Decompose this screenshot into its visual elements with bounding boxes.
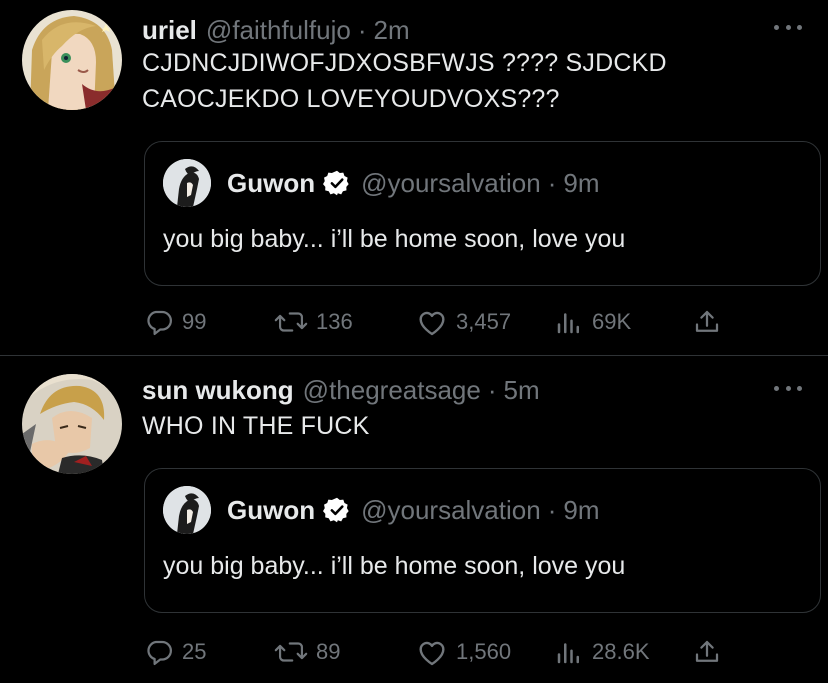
like-count: 3,457 [456, 309, 512, 334]
tweet-header: uriel @faithfulfujo · 2m [142, 13, 410, 47]
retweet-button[interactable]: 89 [274, 632, 340, 672]
tweet-text: WHO IN THE FUCK [142, 408, 782, 444]
quote-text: you big baby... i’ll be home soon, love … [163, 225, 626, 253]
views-button[interactable]: 28.6K [554, 632, 650, 672]
quoted-tweet[interactable]: Guwon @yoursalvation · 9m you big baby..… [144, 141, 821, 286]
views-count: 69K [592, 309, 632, 334]
tweet-text: CJDNCJDIWOFJDXOSBFWJS ???? SJDCKD CAOCJE… [142, 45, 782, 117]
like-count: 1,560 [456, 639, 512, 664]
views-icon [557, 313, 579, 334]
quote-display-name[interactable]: Guwon [227, 168, 315, 199]
more-icon[interactable] [774, 17, 802, 37]
display-name[interactable]: sun wukong [142, 375, 294, 406]
quote-display-name[interactable]: Guwon [227, 495, 315, 526]
share-icon [695, 310, 719, 332]
views-count: 28.6K [592, 639, 650, 664]
views-icon [557, 643, 579, 664]
quote-handle[interactable]: @yoursalvation [361, 495, 541, 526]
views-button[interactable]: 69K [554, 302, 631, 342]
quote-timestamp[interactable]: 9m [563, 495, 599, 526]
separator-dot: · [487, 374, 497, 405]
action-bar: 99 136 3,457 69K [144, 302, 744, 342]
separator-dot: · [357, 14, 367, 45]
verified-badge-icon [323, 496, 351, 524]
tweet[interactable]: uriel @faithfulfujo · 2m CJDNCJDIWOFJDXO… [0, 0, 828, 356]
tweet-header: sun wukong @thegreatsage · 5m [142, 373, 540, 407]
more-icon[interactable] [774, 378, 802, 398]
tweet-text-line: CJDNCJDIWOFJDXOSBFWJS ???? SJDCKD [142, 49, 667, 77]
user-handle[interactable]: @faithfulfujo [206, 15, 351, 46]
action-bar: 25 89 1,560 28.6K [144, 632, 744, 672]
reply-button[interactable]: 25 [144, 632, 206, 672]
retweet-count: 136 [316, 309, 353, 334]
timestamp[interactable]: 5m [504, 375, 540, 406]
display-name[interactable]: uriel [142, 15, 197, 46]
quote-header: Guwon @yoursalvation · 9m [227, 166, 599, 200]
like-button[interactable]: 3,457 [416, 302, 511, 342]
quote-text: you big baby... i’ll be home soon, love … [163, 552, 626, 580]
quote-avatar[interactable] [163, 159, 211, 207]
share-icon [695, 640, 719, 662]
separator-dot: · [547, 167, 557, 198]
reply-icon [147, 310, 172, 335]
user-handle[interactable]: @thegreatsage [303, 375, 481, 406]
tweet-text-line: WHO IN THE FUCK [142, 412, 370, 440]
separator-dot: · [547, 494, 557, 525]
quote-avatar[interactable] [163, 486, 211, 534]
verified-badge-icon [323, 169, 351, 197]
reply-icon [147, 640, 172, 665]
avatar[interactable] [22, 10, 122, 110]
tweet[interactable]: sun wukong @thegreatsage · 5m WHO IN THE… [0, 356, 828, 683]
reply-button[interactable]: 99 [144, 302, 206, 342]
like-button[interactable]: 1,560 [416, 632, 511, 672]
reply-count: 25 [182, 639, 207, 664]
avatar[interactable] [22, 374, 122, 474]
tweet-text-line: CAOCJEKDO LOVEYOUDVOXS??? [142, 85, 560, 113]
retweet-icon [274, 642, 308, 662]
quote-timestamp[interactable]: 9m [563, 168, 599, 199]
retweet-button[interactable]: 136 [274, 302, 353, 342]
share-button[interactable] [692, 632, 722, 672]
reply-count: 99 [182, 309, 207, 334]
quoted-tweet[interactable]: Guwon @yoursalvation · 9m you big baby..… [144, 468, 821, 613]
timestamp[interactable]: 2m [374, 15, 410, 46]
like-icon [419, 311, 445, 336]
share-button[interactable] [692, 302, 722, 342]
like-icon [419, 641, 445, 666]
retweet-count: 89 [316, 639, 341, 664]
quote-header: Guwon @yoursalvation · 9m [227, 493, 599, 527]
retweet-icon [274, 312, 308, 332]
quote-handle[interactable]: @yoursalvation [361, 168, 541, 199]
